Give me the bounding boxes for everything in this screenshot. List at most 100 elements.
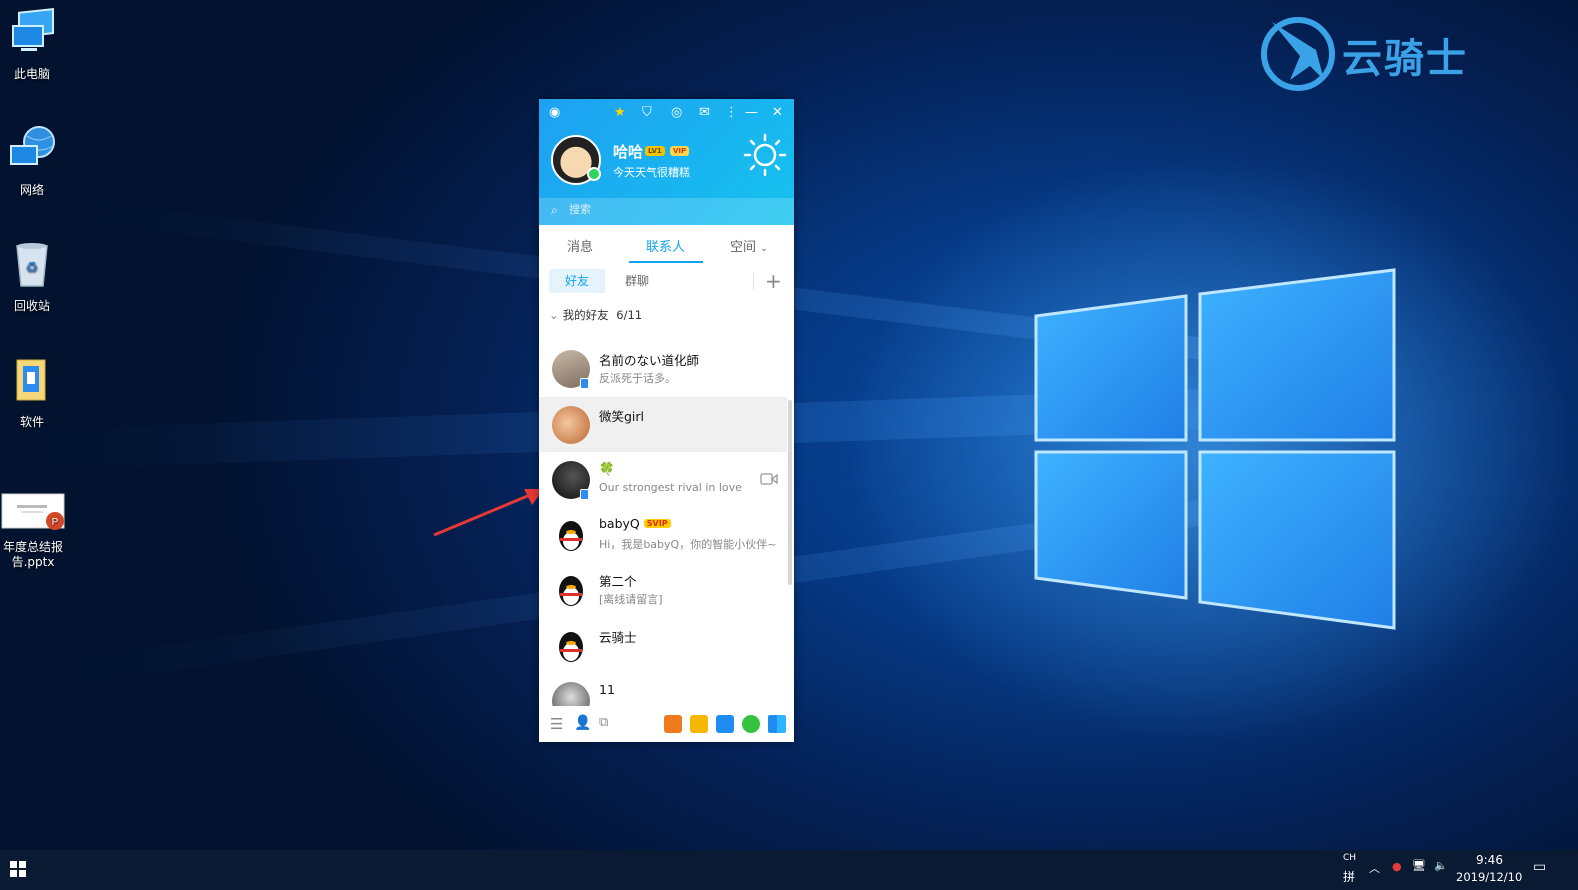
group-count: 6/11 — [616, 308, 643, 322]
title-bar: ◉ ★ ⛉ ◎ ✉ ⋮ — ✕ — [539, 105, 794, 123]
level-badge[interactable]: LV1 — [645, 146, 665, 156]
input-method-indicator[interactable]: 拼 — [1343, 868, 1355, 885]
profile-signature[interactable]: 今天天气很糟糕 — [613, 164, 690, 180]
desktop-icon-software-folder[interactable]: 软件 — [0, 356, 64, 430]
yunqishi-watermark: 云骑士 — [1260, 10, 1522, 94]
input-language-code[interactable]: CH — [1343, 853, 1356, 863]
contact-name: 云骑士 — [599, 630, 637, 645]
menu-icon[interactable]: ☰ — [550, 715, 568, 733]
network-icon[interactable]: 🖥 — [1412, 859, 1426, 872]
search-bar[interactable]: ⌕ — [539, 198, 794, 225]
profile-nickname[interactable]: 哈哈 — [613, 141, 643, 162]
desktop-icon-this-pc[interactable]: 此电脑 — [0, 8, 64, 82]
subtab-groups[interactable]: 群聊 — [609, 269, 665, 293]
qq-header: ◉ ★ ⛉ ◎ ✉ ⋮ — ✕ 哈哈 LV1 VIP 今天天气很糟糕 ⌕ — [539, 99, 794, 225]
add-icon[interactable]: + — [765, 269, 782, 293]
mobile-online-icon — [580, 489, 589, 500]
contact-avatar — [552, 682, 590, 708]
vip-badge[interactable]: VIP — [670, 146, 690, 156]
tencent-games-icon[interactable] — [690, 715, 708, 733]
scrollbar[interactable] — [788, 400, 792, 585]
chevron-down-icon: ⌄ — [549, 308, 559, 322]
network-globe-icon — [10, 126, 55, 165]
qq-tray-icon[interactable]: ● — [1392, 860, 1402, 873]
close-icon[interactable]: ✕ — [772, 105, 783, 120]
contact-name: 微笑girl — [599, 409, 645, 424]
app-grid-icon[interactable] — [768, 715, 786, 733]
weiyun-cloud-icon[interactable] — [716, 715, 734, 733]
minimize-icon[interactable]: — — [745, 105, 758, 120]
contact-name: 第二个 — [599, 574, 637, 589]
desktop-icon-pptx-file[interactable]: P 年度总结报告.pptx — [0, 493, 68, 570]
desktop-icon-label: 此电脑 — [13, 67, 50, 81]
desktop-icon-label: 回收站 — [13, 299, 50, 313]
more-icon[interactable]: ⋮ — [725, 105, 738, 120]
subtab-friends[interactable]: 好友 — [549, 269, 606, 293]
notification-center-icon[interactable]: ▭ — [1533, 859, 1546, 875]
contact-name-text: babyQ — [599, 516, 640, 531]
contact-row[interactable]: 微笑girl — [539, 397, 787, 452]
contact-status: Our strongest rival in love — [599, 481, 742, 494]
weather-sun-icon[interactable] — [743, 133, 787, 177]
tab-space[interactable]: 空间 ⌄ — [730, 236, 768, 255]
mail-icon[interactable]: ✉ — [699, 105, 710, 120]
medal-icon[interactable]: ◎ — [671, 105, 682, 120]
volume-icon[interactable]: 🔈 — [1434, 859, 1448, 872]
friend-group-header[interactable]: ⌄ 我的好友 6/11 — [549, 307, 642, 323]
game-icon[interactable] — [664, 715, 682, 733]
divider — [753, 273, 754, 289]
contact-name: 名前のない道化師 — [599, 353, 700, 368]
recycle-bin-icon: ♻ — [16, 243, 48, 287]
desktop-icon-network[interactable]: 网络 — [0, 124, 64, 198]
mobile-online-icon — [580, 378, 589, 389]
taskbar: CH 拼 ︿ ● 🖥 🔈 9:46 2019/12/10 ▭ — [0, 850, 1578, 890]
chevron-down-icon: ⌄ — [760, 244, 768, 254]
contact-list: 名前のない道化師 反派死于话多。 微笑girl 🍀 Our strongest … — [539, 333, 794, 708]
contact-name: babyQ SVIP — [599, 516, 671, 531]
tab-messages[interactable]: 消息 — [567, 236, 593, 255]
contact-name: 🍀 — [599, 461, 615, 476]
contact-row[interactable]: 云骑士 — [539, 618, 787, 673]
video-call-icon[interactable] — [760, 472, 778, 486]
tab-space-label: 空间 — [730, 240, 757, 255]
search-input[interactable] — [569, 203, 769, 216]
desktop-icon-label: 网络 — [19, 183, 44, 197]
qq-main-window: ◉ ★ ⛉ ◎ ✉ ⋮ — ✕ 哈哈 LV1 VIP 今天天气很糟糕 ⌕ 搜索 … — [539, 99, 794, 742]
avatar[interactable] — [551, 135, 601, 185]
group-name: 我的好友 — [562, 308, 609, 322]
desktop-icon-recycle-bin[interactable]: ♻ 回收站 — [0, 240, 64, 314]
svg-text:P: P — [52, 517, 59, 528]
main-tabs: 消息 联系人 空间 ⌄ — [539, 225, 794, 263]
tab-contacts[interactable]: 联系人 — [646, 236, 685, 255]
qq-penguin-icon[interactable]: ◉ — [549, 105, 560, 120]
app-manager-icon[interactable]: ⧉ — [599, 715, 617, 733]
clock-date[interactable]: 2019/12/10 — [1456, 870, 1522, 884]
contact-row[interactable]: 🍀 Our strongest rival in love — [539, 452, 787, 507]
contact-status: Hi，我是babyQ，你的智能小伙伴~ — [599, 538, 777, 551]
svip-badge: SVIP — [643, 519, 671, 528]
contact-row[interactable]: 11 — [539, 673, 787, 708]
windows-start-icon[interactable] — [10, 861, 26, 877]
bottom-toolbar: ☰ 👤 ⧉ — [539, 706, 794, 742]
tray-expand-icon[interactable]: ︿ — [1369, 860, 1380, 876]
add-friend-icon[interactable]: 👤 — [574, 715, 592, 733]
svg-text:♻: ♻ — [26, 260, 39, 276]
contact-row[interactable]: 名前のない道化師 反派死于话多。 — [539, 341, 787, 396]
annotation-arrow — [433, 489, 544, 537]
folder-icon — [16, 359, 46, 401]
computer-icon — [12, 8, 54, 51]
active-tab-indicator — [629, 261, 703, 263]
star-icon[interactable]: ★ — [614, 105, 626, 120]
desktop-icon-label: 软件 — [19, 415, 44, 429]
contact-avatar — [552, 406, 590, 444]
qq-music-icon[interactable] — [742, 715, 760, 733]
windows-logo — [1034, 268, 1396, 630]
qq-penguin-avatar-icon — [552, 571, 590, 609]
skin-shirt-icon[interactable]: ⛉ — [642, 105, 652, 120]
clock-time[interactable]: 9:46 — [1476, 853, 1503, 867]
knight-logo-icon — [1261, 17, 1335, 91]
contact-row[interactable]: babyQ SVIP Hi，我是babyQ，你的智能小伙伴~ — [539, 507, 787, 562]
desktop-icon-label: 年度总结报告.pptx — [2, 540, 63, 569]
watermark-text: 云骑士 — [1342, 36, 1468, 82]
contact-row[interactable]: 第二个 [离线请留言] — [539, 562, 787, 617]
